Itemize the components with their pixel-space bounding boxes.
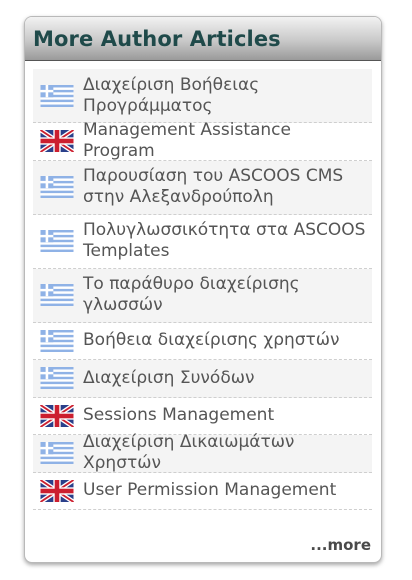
- article-link[interactable]: Management Assistance Program: [83, 120, 368, 162]
- list-item[interactable]: Παρουσίαση του ASCOOS CMS στην Αλεξανδρο…: [33, 160, 372, 215]
- list-item[interactable]: Βοήθεια διαχείρισης χρηστών: [33, 322, 372, 360]
- list-item[interactable]: Διαχείριση Συνόδων: [33, 360, 372, 398]
- article-link[interactable]: Sessions Management: [83, 405, 274, 426]
- greek-flag-icon: [40, 176, 74, 198]
- greek-flag-icon: [40, 84, 74, 107]
- article-link[interactable]: Βοήθεια διαχείρισης χρηστών: [83, 330, 340, 351]
- greek-flag-icon: [40, 230, 74, 252]
- article-link[interactable]: User Permission Management: [83, 480, 336, 501]
- panel-title: More Author Articles: [33, 27, 281, 51]
- list-item[interactable]: Διαχείριση Βοήθειας Προγράμματος: [33, 69, 372, 123]
- uk-flag-icon: [39, 479, 75, 502]
- uk-flag-icon: [39, 130, 75, 153]
- article-link[interactable]: Διαχείριση Συνόδων: [83, 368, 254, 389]
- more-author-articles-panel: More Author Articles Διαχείριση Βοήθειας…: [24, 16, 382, 563]
- article-link[interactable]: Πολυγλωσσικότητα στα ASCOOS Templates: [83, 220, 368, 262]
- list-item[interactable]: Το παράθυρο διαχείρισης γλωσσών: [33, 268, 372, 323]
- article-link[interactable]: Διαχείριση Βοήθειας Προγράμματος: [83, 75, 368, 117]
- greek-flag-icon: [40, 284, 74, 306]
- article-link[interactable]: Το παράθυρο διαχείρισης γλωσσών: [83, 274, 368, 316]
- list-item[interactable]: User Permission Management: [33, 472, 372, 510]
- list-item[interactable]: Διαχείριση Δικαιωμάτων Χρηστών: [33, 432, 372, 474]
- article-link[interactable]: Παρουσίαση του ASCOOS CMS στην Αλεξανδρο…: [83, 166, 368, 208]
- article-link[interactable]: Διαχείριση Δικαιωμάτων Χρηστών: [83, 432, 368, 474]
- greek-flag-icon: [40, 442, 74, 465]
- panel-header: More Author Articles: [25, 17, 381, 61]
- more-link[interactable]: ...more: [310, 536, 371, 554]
- uk-flag-icon: [39, 404, 75, 427]
- greek-flag-icon: [40, 367, 74, 390]
- list-item[interactable]: Management Assistance Program: [33, 120, 372, 162]
- article-list: Διαχείριση Βοήθειας Προγράμματος Managem…: [33, 69, 372, 510]
- list-item[interactable]: Sessions Management: [33, 397, 372, 435]
- greek-flag-icon: [40, 329, 74, 352]
- list-item[interactable]: Πολυγλωσσικότητα στα ASCOOS Templates: [33, 214, 372, 269]
